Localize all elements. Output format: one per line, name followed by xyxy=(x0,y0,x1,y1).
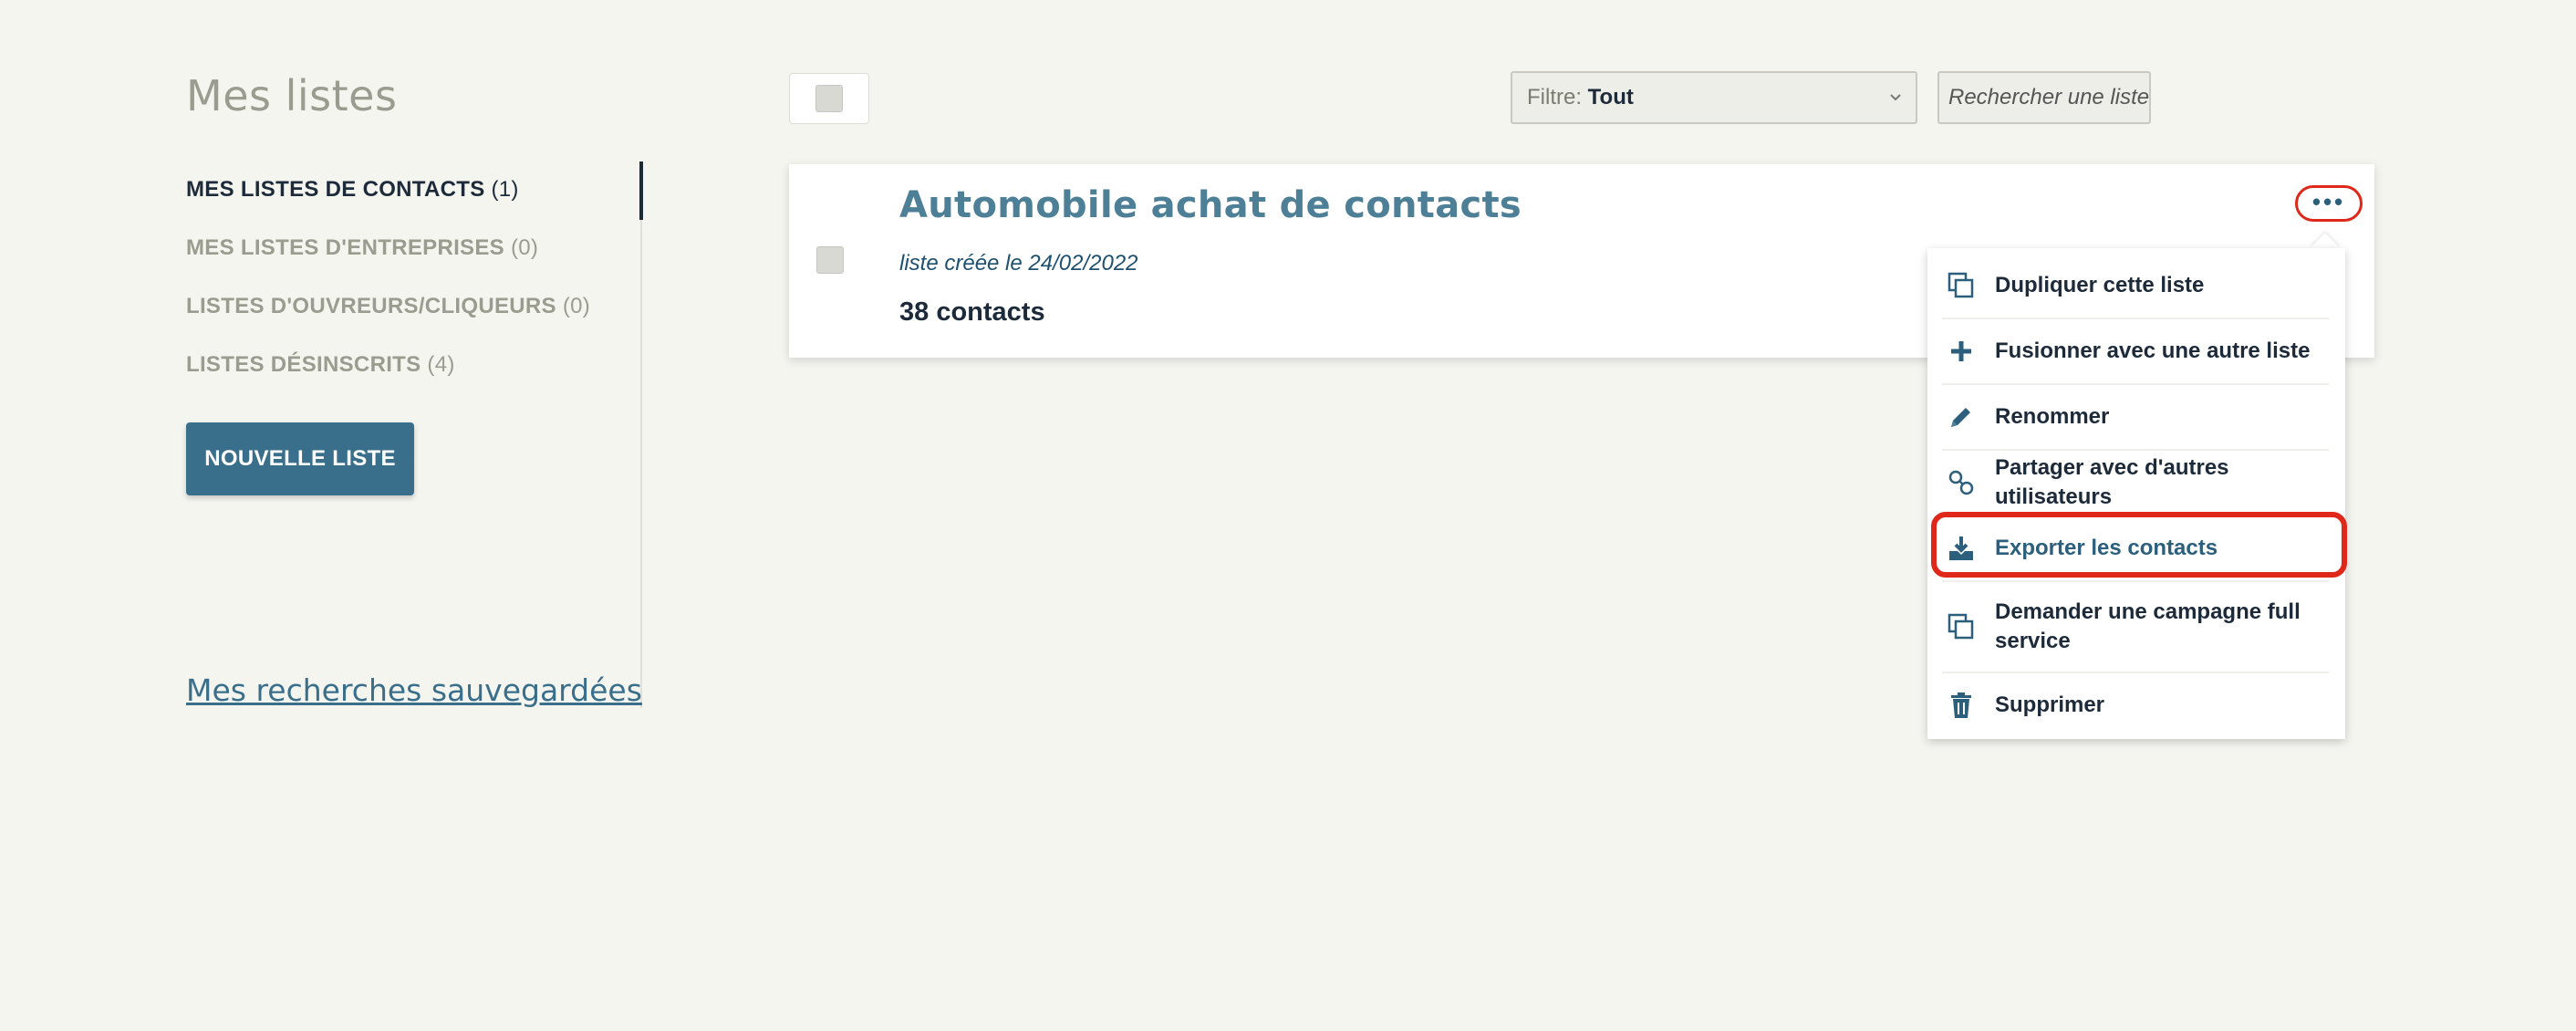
filter-value: Tout xyxy=(1587,85,1634,109)
page-title: Mes listes xyxy=(186,71,398,120)
pencil-icon xyxy=(1946,401,1977,432)
sidebar-item-label: MES LISTES DE CONTACTS xyxy=(186,177,485,202)
list-contact-count: 38 contacts xyxy=(899,297,1045,327)
menu-item-label: Renommer xyxy=(1995,404,2110,429)
sidebar-nav: MES LISTES DE CONTACTS (1) MES LISTES D'… xyxy=(186,164,590,398)
menu-item-label: Exporter les contacts xyxy=(1995,536,2218,560)
plus-icon xyxy=(1946,336,1977,367)
copy-icon xyxy=(1946,611,1977,642)
sidebar-active-indicator xyxy=(639,161,643,220)
link-icon xyxy=(1946,467,1977,498)
filter-select[interactable]: Filtre: Tout xyxy=(1511,71,1917,124)
menu-item-label: Demander une campagne full service xyxy=(1995,599,2301,653)
menu-item-export[interactable]: Exporter les contacts xyxy=(1942,516,2329,582)
sidebar-item-count: (4) xyxy=(427,352,455,377)
list-created-date: liste créée le 24/02/2022 xyxy=(899,251,1138,276)
saved-searches-link[interactable]: Mes recherches sauvegardées xyxy=(186,672,642,708)
menu-item-full-service-campaign[interactable]: Demander une campagne full service xyxy=(1942,582,2329,673)
menu-item-duplicate[interactable]: Dupliquer cette liste xyxy=(1942,254,2329,319)
sidebar-divider xyxy=(640,162,642,708)
select-all-container xyxy=(789,73,869,124)
more-options-button[interactable]: ••• xyxy=(2295,185,2363,222)
trash-icon xyxy=(1946,690,1977,721)
sidebar-item-label: LISTES D'OUVREURS/CLIQUEURS xyxy=(186,294,556,318)
select-all-checkbox[interactable] xyxy=(815,85,843,112)
menu-item-delete[interactable]: Supprimer xyxy=(1942,673,2329,737)
sidebar-item-label: MES LISTES D'ENTREPRISES xyxy=(186,235,504,260)
menu-item-label: Fusionner avec une autre liste xyxy=(1995,338,2311,363)
new-list-button[interactable]: NOUVELLE LISTE xyxy=(186,422,414,495)
filter-label: Filtre: xyxy=(1527,85,1582,109)
menu-item-label: Partager avec d'autres utilisateurs xyxy=(1995,455,2229,509)
menu-item-merge[interactable]: Fusionner avec une autre liste xyxy=(1942,319,2329,385)
sidebar-item-unsubscribed[interactable]: LISTES DÉSINSCRITS (4) xyxy=(186,339,590,398)
sidebar-item-company-lists[interactable]: MES LISTES D'ENTREPRISES (0) xyxy=(186,223,590,281)
sidebar-item-count: (1) xyxy=(491,177,519,202)
sidebar-item-count: (0) xyxy=(510,235,539,260)
list-actions-menu: Dupliquer cette liste Fusionner avec une… xyxy=(1927,248,2345,739)
menu-item-label: Dupliquer cette liste xyxy=(1995,273,2205,297)
menu-item-share[interactable]: Partager avec d'autres utilisateurs xyxy=(1942,451,2329,516)
copy-icon xyxy=(1946,270,1977,301)
list-checkbox[interactable] xyxy=(816,246,844,274)
list-title[interactable]: Automobile achat de contacts xyxy=(899,184,1522,226)
menu-item-label: Supprimer xyxy=(1995,693,2105,717)
chevron-down-icon xyxy=(1888,73,1903,141)
sidebar-item-contact-lists[interactable]: MES LISTES DE CONTACTS (1) xyxy=(186,164,590,223)
download-icon xyxy=(1946,533,1977,564)
sidebar-item-label: LISTES DÉSINSCRITS xyxy=(186,352,421,377)
sidebar-item-count: (0) xyxy=(562,294,591,318)
search-input[interactable]: Rechercher une liste xyxy=(1937,71,2151,124)
menu-item-rename[interactable]: Renommer xyxy=(1942,385,2329,451)
sidebar-item-openers-clickers[interactable]: LISTES D'OUVREURS/CLIQUEURS (0) xyxy=(186,281,590,339)
